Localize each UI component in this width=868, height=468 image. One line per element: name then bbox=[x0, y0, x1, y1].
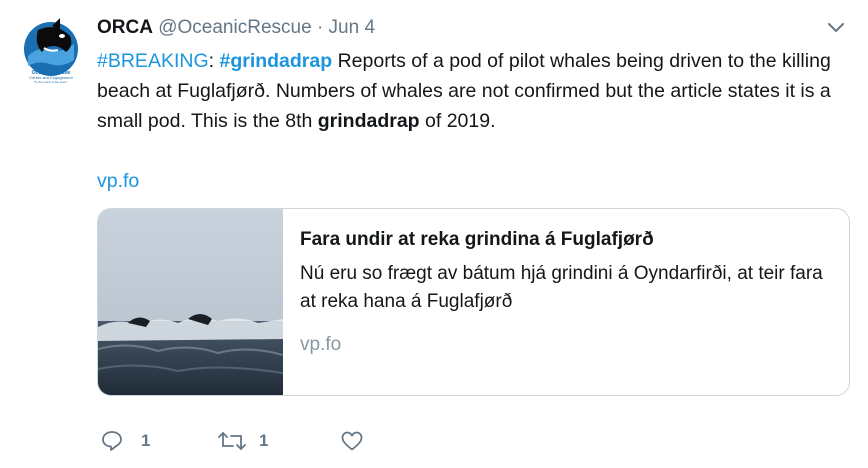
card-body: Fara undir at reka grindina á Fuglafjørð… bbox=[300, 227, 830, 358]
card-domain: vp.fo bbox=[300, 334, 342, 355]
card-description: Nú eru so frægt av bátum hjá grindini á … bbox=[300, 263, 823, 312]
separator: · bbox=[316, 17, 324, 38]
avatar[interactable]: Oceanic Rescue Center and Engagement Be … bbox=[16, 16, 86, 86]
card-image bbox=[98, 209, 283, 395]
retweet-button[interactable]: 1 bbox=[217, 426, 268, 456]
text-part-2: of 2019. bbox=[419, 110, 496, 132]
chevron-down-icon[interactable] bbox=[826, 18, 846, 38]
hashtag-breaking[interactable]: #BREAKING bbox=[97, 50, 209, 72]
reply-count: 1 bbox=[141, 431, 151, 450]
orca-logo-icon: Oceanic Rescue Center and Engagement Be … bbox=[24, 18, 78, 84]
card-title[interactable]: Fara undir at reka grindina á Fuglafjørð bbox=[300, 227, 830, 253]
hashtag-grindadrap[interactable]: #grindadrap bbox=[219, 50, 332, 72]
tweet-date[interactable]: Jun 4 bbox=[329, 17, 375, 38]
text-bold-word: grindadrap bbox=[317, 110, 420, 132]
retweet-count: 1 bbox=[259, 431, 269, 450]
reply-icon bbox=[102, 431, 122, 451]
reply-button[interactable]: 1 bbox=[100, 426, 150, 456]
tweet[interactable]: Oceanic Rescue Center and Engagement Be … bbox=[0, 0, 868, 468]
tweet-link[interactable]: vp.fo bbox=[97, 166, 139, 196]
tweet-text: #BREAKING: #grindadrap Reports of a pod … bbox=[97, 46, 847, 136]
heart-icon bbox=[341, 431, 363, 451]
retweet-icon bbox=[218, 432, 246, 450]
tweet-header: ORCA @OceanicRescue · Jun 4 bbox=[97, 16, 375, 40]
svg-text:Be the voice of the ocean: Be the voice of the ocean bbox=[34, 80, 68, 84]
text-colon: : bbox=[208, 50, 215, 72]
display-name[interactable]: ORCA bbox=[97, 17, 153, 38]
like-button[interactable] bbox=[340, 426, 381, 456]
link-card[interactable]: Fara undir at reka grindina á Fuglafjørð… bbox=[97, 208, 850, 396]
user-handle[interactable]: @OceanicRescue bbox=[158, 17, 311, 38]
